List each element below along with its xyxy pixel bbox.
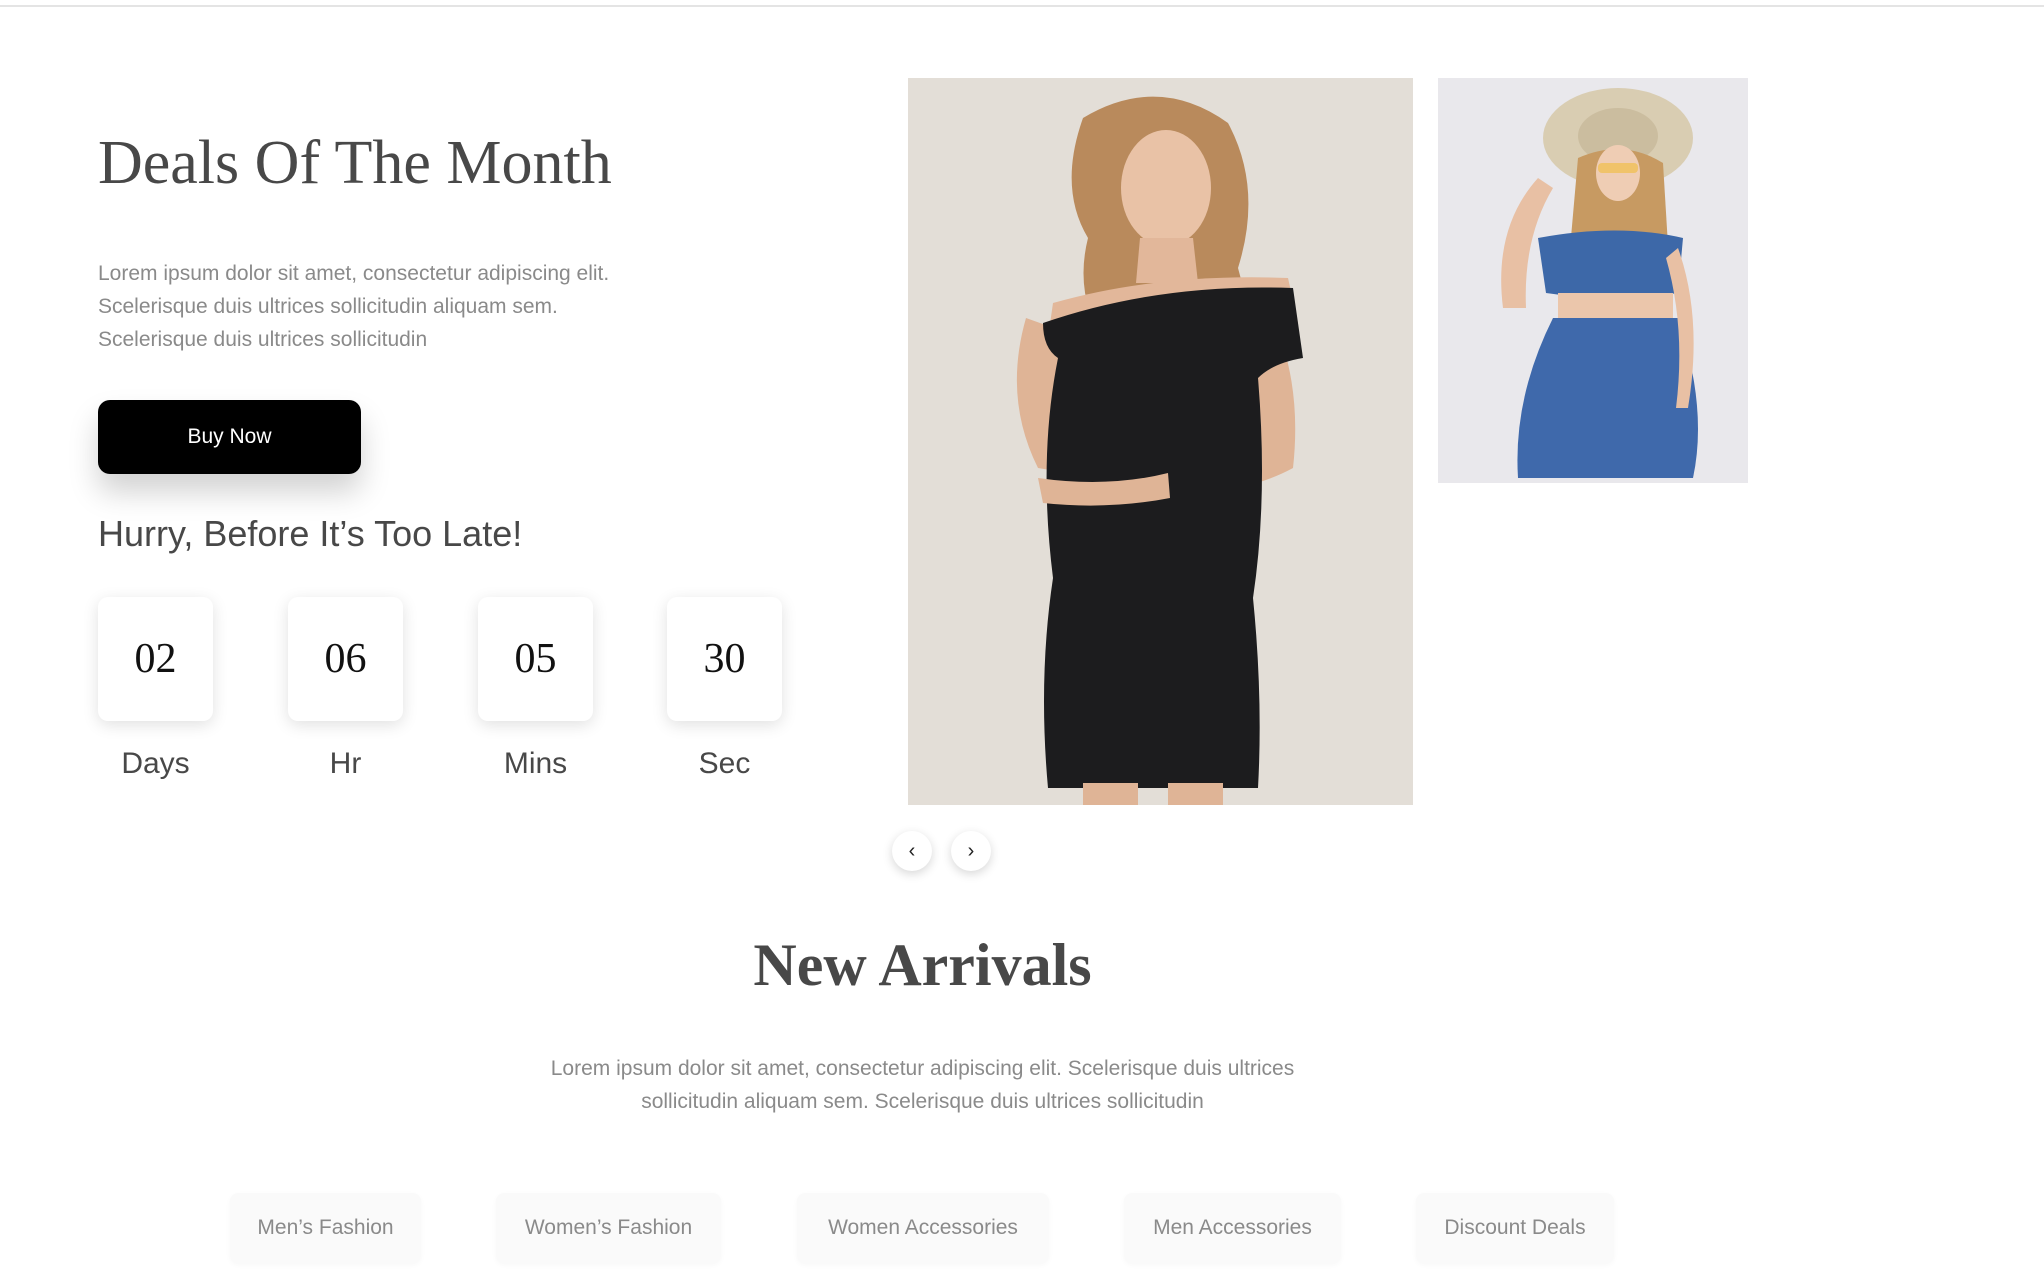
carousel-prev-button[interactable]: ‹ — [892, 831, 932, 871]
countdown-days: 02 Days — [98, 597, 213, 781]
hurry-heading: Hurry, Before It’s Too Late! — [98, 513, 523, 554]
category-mens-fashion[interactable]: Men’s Fashion — [230, 1193, 421, 1263]
chevron-left-icon: ‹ — [908, 839, 916, 862]
chevron-right-icon: › — [967, 839, 975, 862]
countdown-hours-value: 06 — [288, 597, 403, 721]
category-men-accessories[interactable]: Men Accessories — [1124, 1193, 1341, 1263]
new-arrivals-title: New Arrivals — [753, 932, 1092, 998]
product-image-black-dress[interactable] — [908, 78, 1413, 805]
countdown-seconds-label: Sec — [698, 747, 751, 780]
countdown-minutes-value: 05 — [478, 597, 593, 721]
countdown-days-value: 02 — [98, 597, 213, 721]
countdown-hours-label: Hr — [329, 747, 362, 780]
category-discount-deals[interactable]: Discount Deals — [1416, 1193, 1614, 1263]
countdown-seconds: 30 Sec — [667, 597, 782, 781]
top-divider — [0, 5, 2044, 7]
blue-outfit-illustration — [1438, 78, 1748, 483]
countdown-hours: 06 Hr — [288, 597, 403, 781]
product-image-blue-outfit[interactable] — [1438, 78, 1748, 483]
category-womens-fashion[interactable]: Women’s Fashion — [496, 1193, 721, 1263]
deals-title: Deals Of The Month — [98, 129, 612, 197]
countdown-minutes: 05 Mins — [478, 597, 593, 781]
buy-now-button[interactable]: Buy Now — [98, 400, 361, 474]
category-women-accessories[interactable]: Women Accessories — [797, 1193, 1049, 1263]
countdown-days-label: Days — [121, 747, 190, 780]
countdown-minutes-label: Mins — [503, 747, 568, 780]
countdown-seconds-value: 30 — [667, 597, 782, 721]
new-arrivals-description: Lorem ipsum dolor sit amet, consectetur … — [550, 1057, 1295, 1113]
carousel-next-button[interactable]: › — [951, 831, 991, 871]
deals-description: Lorem ipsum dolor sit amet, consectetur … — [98, 262, 610, 351]
black-dress-illustration — [908, 78, 1413, 805]
